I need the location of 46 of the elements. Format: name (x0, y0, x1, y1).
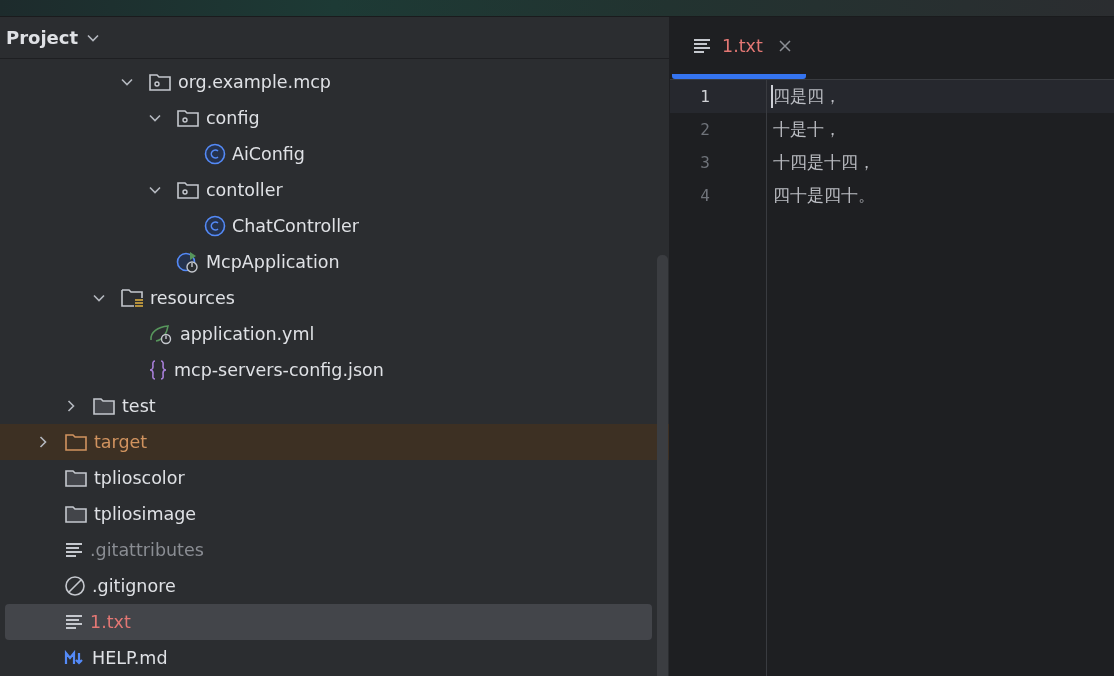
folder-icon (64, 504, 88, 524)
line-number: 4 (699, 186, 711, 205)
tree-item-label[interactable]: HELP.md (92, 648, 168, 668)
folder-icon (64, 468, 88, 488)
text-file-icon (64, 541, 84, 559)
tree-item-label[interactable]: test (122, 396, 156, 416)
tree-item-label[interactable]: mcp-servers-config.json (174, 360, 384, 380)
tree-item-label[interactable]: config (206, 108, 260, 128)
folder-icon (92, 396, 116, 416)
close-icon[interactable] (778, 39, 791, 52)
scrollbar[interactable] (657, 255, 668, 676)
tree-item-label[interactable]: resources (150, 288, 235, 308)
json-braces-icon (148, 359, 168, 381)
ignore-file-icon (64, 575, 86, 597)
text-file-icon (692, 36, 712, 55)
tree-item-label[interactable]: contoller (206, 180, 283, 200)
resources-folder-icon (120, 287, 144, 309)
line-number: 1 (699, 87, 711, 106)
package-folder-icon (148, 72, 172, 92)
tree-item-label[interactable]: ChatController (232, 216, 359, 236)
project-view-dropdown[interactable]: Project (6, 27, 101, 48)
code-line: 十四是十四， (772, 151, 875, 174)
tree-item-label[interactable]: target (94, 432, 148, 452)
tree-item-label[interactable]: application.yml (180, 324, 315, 344)
markdown-icon (64, 650, 86, 666)
leaf-config-icon (148, 323, 174, 345)
tree-item-label[interactable]: .gitignore (92, 576, 176, 596)
class-icon (204, 215, 226, 237)
package-folder-icon (176, 180, 200, 200)
text-file-icon (64, 613, 84, 631)
folder-icon (64, 432, 88, 452)
class-icon (204, 143, 226, 165)
tree-item-label[interactable]: tplioscolor (94, 468, 185, 488)
tree-item-label[interactable]: .gitattributes (90, 540, 204, 560)
excluded-tree-row[interactable]: target (0, 424, 669, 460)
tree-item-label[interactable]: McpApplication (206, 252, 340, 272)
line-number: 3 (699, 153, 711, 172)
code-line: 四十是四十。 (772, 184, 875, 207)
spring-app-icon (176, 250, 200, 274)
tree-item-label[interactable]: AiConfig (232, 144, 305, 164)
line-number: 2 (699, 120, 711, 139)
code-line: 十是十， (772, 118, 841, 141)
package-folder-icon (176, 108, 200, 128)
code-line: 四是四， (771, 85, 841, 108)
tree-item-label[interactable]: tpliosimage (94, 504, 197, 524)
tree-item-label[interactable]: org.example.mcp (178, 72, 331, 92)
